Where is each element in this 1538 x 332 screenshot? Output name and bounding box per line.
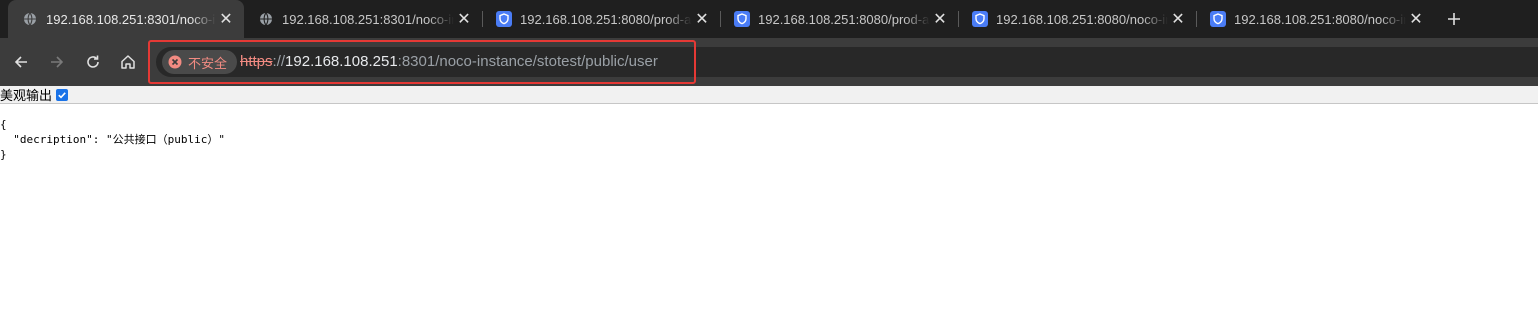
close-tab-icon[interactable]: ✕	[1406, 9, 1426, 29]
tab-5[interactable]: 192.168.108.251:8080/noco-instance ✕	[1196, 4, 1434, 34]
tab-strip: 192.168.108.251:8301/noco-instance/stote…	[0, 0, 1538, 38]
annotation-highlight-box	[148, 40, 696, 84]
home-button[interactable]	[114, 48, 142, 76]
pretty-print-label: 美观输出	[0, 88, 53, 103]
shield-badge-icon	[1210, 11, 1226, 27]
shield-badge-icon	[496, 11, 512, 27]
tab-title: 192.168.108.251:8080/prod-api	[758, 11, 930, 27]
arrow-left-icon	[14, 56, 27, 68]
plus-icon	[1448, 13, 1460, 25]
shield-badge-icon	[734, 11, 750, 27]
close-tab-icon[interactable]: ✕	[216, 9, 236, 29]
globe-icon	[258, 11, 274, 27]
close-tab-icon[interactable]: ✕	[930, 9, 950, 29]
tab-2[interactable]: 192.168.108.251:8080/prod-api ✕	[482, 4, 720, 34]
reload-button[interactable]	[79, 48, 107, 76]
close-tab-icon[interactable]: ✕	[692, 9, 712, 29]
new-tab-button[interactable]	[1442, 7, 1466, 31]
pretty-print-bar: 美观输出	[0, 86, 1538, 104]
back-button[interactable]	[7, 48, 35, 76]
json-response-body: { "decription": "公共接口（public）" }	[0, 118, 225, 161]
pretty-print-checkbox[interactable]	[56, 88, 69, 101]
tab-title: 192.168.108.251:8080/noco-instance	[996, 11, 1168, 27]
tab-0[interactable]: 192.168.108.251:8301/noco-instance/stote…	[8, 0, 244, 38]
arrow-right-icon	[51, 56, 64, 68]
checkmark-icon	[58, 91, 66, 99]
forward-button[interactable]	[43, 48, 71, 76]
tab-title: 192.168.108.251:8080/prod-api	[520, 11, 692, 27]
tab-3[interactable]: 192.168.108.251:8080/prod-api ✕	[720, 4, 958, 34]
tab-title: 192.168.108.251:8301/noco-instance/stote…	[46, 11, 216, 27]
reload-icon	[87, 55, 99, 68]
close-tab-icon[interactable]: ✕	[1168, 9, 1188, 29]
tab-title: 192.168.108.251:8301/noco-instance/stote…	[282, 11, 454, 27]
home-icon	[121, 55, 135, 69]
close-tab-icon[interactable]: ✕	[454, 9, 474, 29]
tab-4[interactable]: 192.168.108.251:8080/noco-instance ✕	[958, 4, 1196, 34]
globe-icon	[22, 11, 38, 27]
tab-1[interactable]: 192.168.108.251:8301/noco-instance/stote…	[244, 4, 482, 34]
tab-title: 192.168.108.251:8080/noco-instance	[1234, 11, 1406, 27]
shield-badge-icon	[972, 11, 988, 27]
